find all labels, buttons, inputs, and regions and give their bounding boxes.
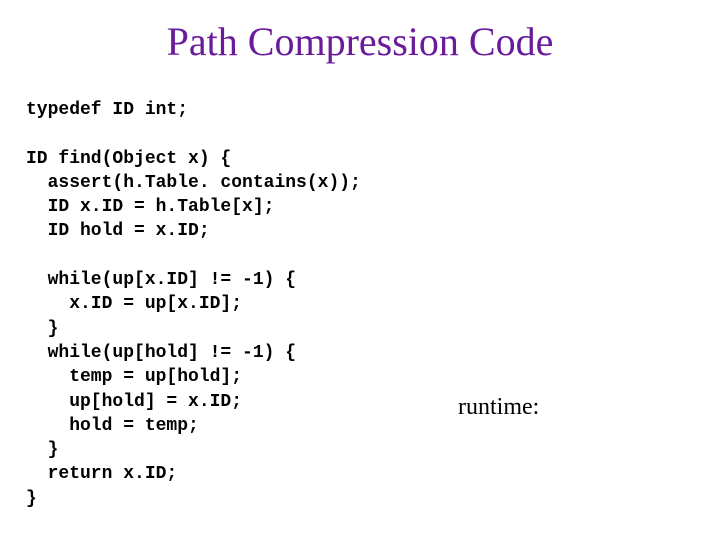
runtime-label: runtime:: [458, 394, 539, 421]
code-block: typedef ID int; ID find(Object x) { asse…: [26, 98, 361, 511]
slide: Path Compression Code typedef ID int; ID…: [0, 0, 720, 540]
slide-title: Path Compression Code: [0, 18, 720, 65]
